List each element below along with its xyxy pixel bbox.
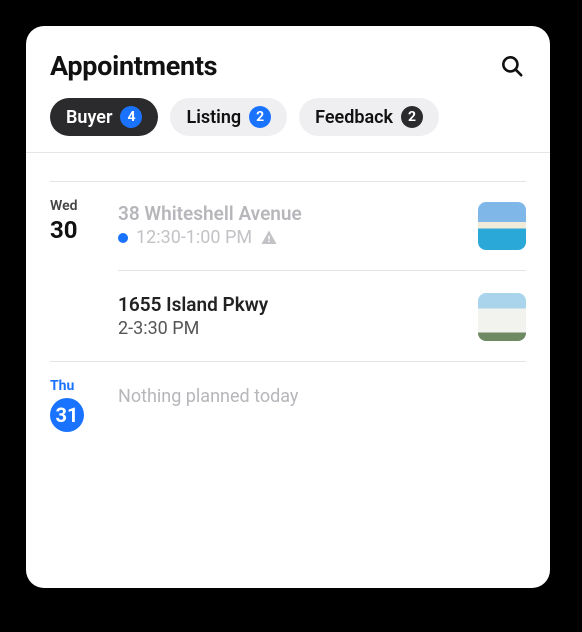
- page-title: Appointments: [50, 50, 217, 82]
- events: 38 Whiteshell Avenue 12:30-1:00 PM: [118, 196, 526, 361]
- day-number: 31: [50, 398, 84, 432]
- tab-badge: 2: [401, 106, 423, 128]
- appointment-time: 12:30-1:00 PM: [136, 227, 252, 248]
- day-block: Wed 30 38 Whiteshell Avenue 12:30-1:00 P…: [50, 181, 526, 361]
- search-icon: [499, 53, 525, 79]
- empty-state-text: Nothing planned today: [118, 376, 526, 431]
- tab-buyer[interactable]: Buyer 4: [50, 98, 158, 136]
- appointment-item[interactable]: 38 Whiteshell Avenue 12:30-1:00 PM: [118, 196, 526, 271]
- warning-icon: [260, 229, 278, 247]
- tab-listing[interactable]: Listing 2: [170, 98, 287, 136]
- weekday-label: Thu: [50, 378, 118, 394]
- tab-badge: 2: [249, 106, 271, 128]
- appointment-item[interactable]: 1655 Island Pkwy 2-3:30 PM: [118, 271, 526, 361]
- tab-label: Feedback: [315, 107, 393, 128]
- tab-badge: 4: [120, 106, 142, 128]
- appointments-card: Appointments Buyer 4 Listing 2 Feedback …: [26, 26, 550, 588]
- appointment-title: 38 Whiteshell Avenue: [118, 202, 466, 225]
- divider: [26, 152, 550, 153]
- search-button[interactable]: [498, 52, 526, 80]
- day-date: Thu 31: [50, 376, 118, 432]
- tabs: Buyer 4 Listing 2 Feedback 2: [50, 98, 526, 136]
- events: Nothing planned today: [118, 376, 526, 432]
- appointment-thumbnail: [478, 293, 526, 341]
- appointment-time-row: 2-3:30 PM: [118, 318, 466, 339]
- weekday-label: Wed: [50, 198, 118, 214]
- day-list: Wed 30 38 Whiteshell Avenue 12:30-1:00 P…: [26, 181, 550, 432]
- tab-feedback[interactable]: Feedback 2: [299, 98, 439, 136]
- appointment-time-row: 12:30-1:00 PM: [118, 227, 466, 248]
- appointment-thumbnail: [478, 202, 526, 250]
- tab-label: Listing: [186, 107, 241, 128]
- day-number: 30: [50, 216, 118, 244]
- tab-label: Buyer: [66, 107, 112, 128]
- appointment-title: 1655 Island Pkwy: [118, 293, 466, 316]
- day-date: Wed 30: [50, 196, 118, 361]
- day-block: Thu 31 Nothing planned today: [50, 361, 526, 432]
- status-dot-icon: [118, 233, 128, 243]
- appointment-time: 2-3:30 PM: [118, 318, 199, 339]
- header: Appointments Buyer 4 Listing 2 Feedback …: [26, 26, 550, 152]
